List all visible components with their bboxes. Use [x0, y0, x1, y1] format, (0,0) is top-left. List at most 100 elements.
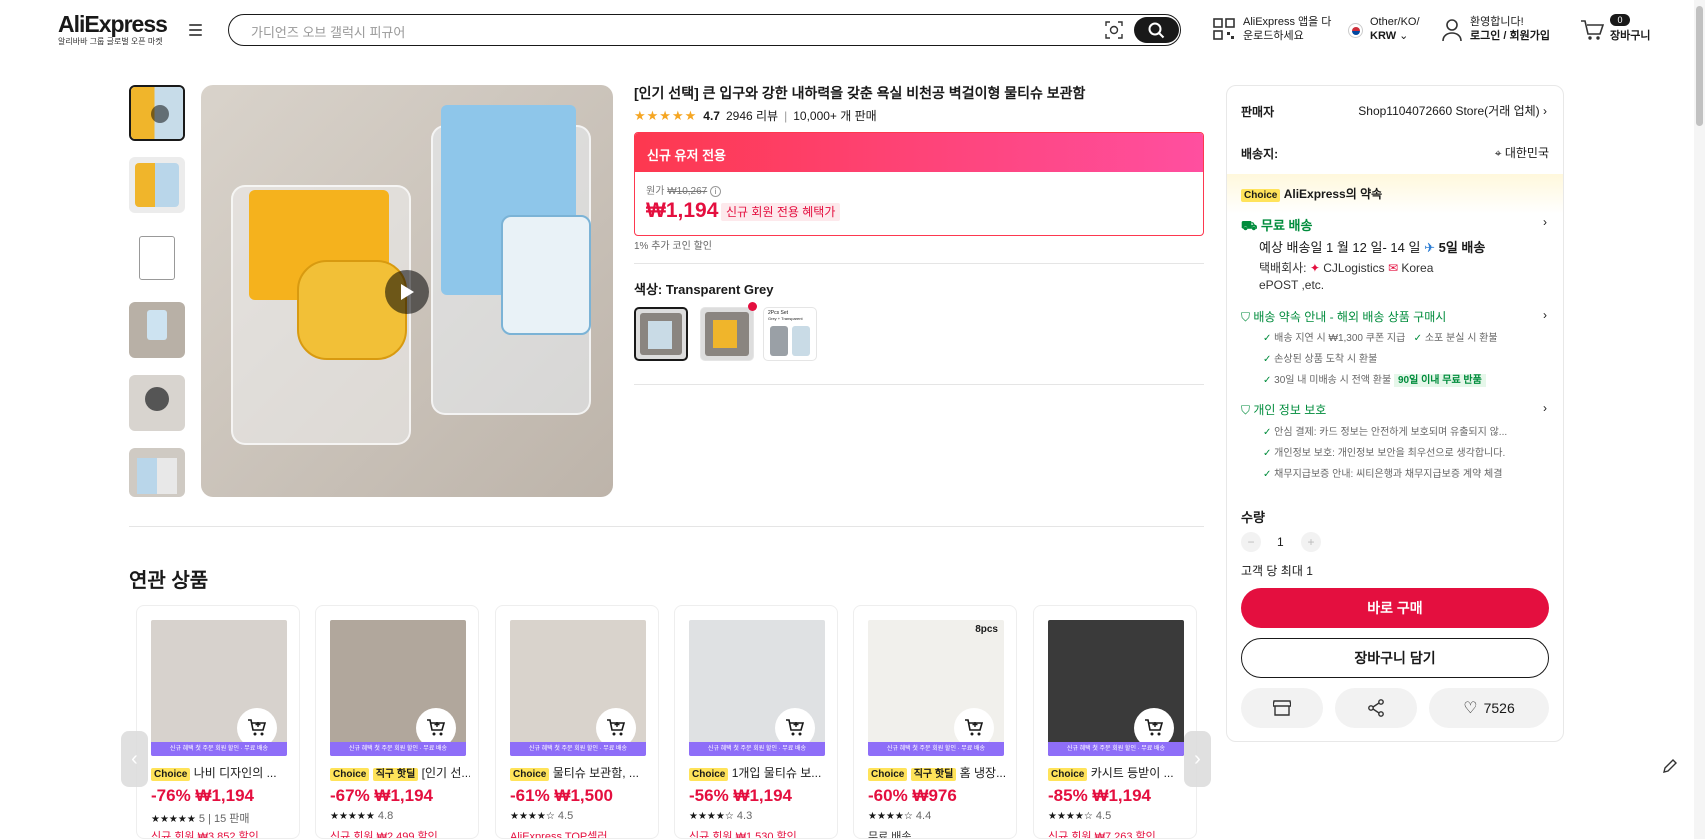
store-button[interactable]: [1241, 688, 1323, 728]
edit-icon[interactable]: [1660, 756, 1680, 776]
sold-count: 10,000+ 개 판매: [793, 109, 877, 123]
star-rating-icon: ★★★★★: [634, 107, 698, 123]
qty-value[interactable]: 1: [1277, 535, 1284, 549]
check-icon: ✓: [1263, 354, 1272, 365]
product-card-promo: 무료 배송: [868, 831, 912, 839]
image-search-icon[interactable]: [1105, 21, 1123, 39]
divider: [129, 526, 1204, 527]
chevron-right-icon[interactable]: ›: [1543, 401, 1547, 415]
thumbnail-3[interactable]: [129, 230, 185, 286]
shield-check-icon: ⛉: [1241, 403, 1251, 417]
price-tag: 신규 회원 전용 혜택가: [721, 203, 841, 221]
promo-strip: 신규 혜택 첫 주문 회원 할인 · 무료 배송: [868, 742, 1004, 756]
product-card-price: -85% ₩1,194: [1048, 786, 1152, 805]
search-input[interactable]: 가디언즈 오브 갤럭시 피규어: [251, 22, 405, 41]
product-card-image[interactable]: 신규 혜택 첫 주문 회원 할인 · 무료 배송: [510, 620, 646, 756]
truck-icon: ⛟: [1241, 218, 1258, 233]
wishlist-button[interactable]: ♡ 7526: [1429, 688, 1549, 728]
product-card-image[interactable]: 신규 혜택 첫 주문 회원 할인 · 무료 배송: [330, 620, 466, 756]
free-shipping-row[interactable]: ⛟ 무료 배송: [1241, 215, 1312, 236]
product-card-rating: ★★★★☆ 4.5: [510, 810, 574, 822]
share-button[interactable]: [1335, 688, 1417, 728]
product-card[interactable]: 신규 혜택 첫 주문 회원 할인 · 무료 배송 Choice 카시트 등받이 .…: [1033, 605, 1197, 839]
divider: [634, 263, 1204, 264]
product-card-promo: 신규 회원 ₩7,263 할인: [1048, 831, 1156, 839]
product-card[interactable]: 신규 혜택 첫 주문 회원 할인 · 무료 배송 Choice 물티슈 보관함, …: [495, 605, 659, 839]
check-icon: ✓: [1263, 469, 1272, 480]
hot-dot-icon: [748, 302, 757, 311]
product-card-price: -76% ₩1,194: [151, 786, 255, 805]
cj-logo-icon: ✦: [1309, 261, 1320, 275]
plane-icon: ✈: [1424, 240, 1435, 255]
product-card-image[interactable]: 신규 혜택 첫 주문 회원 할인 · 무료 배송: [1048, 620, 1184, 756]
product-card-rating: ★★★★★ 5 | 15 판매: [151, 813, 250, 825]
buy-now-button[interactable]: 바로 구매: [1241, 588, 1549, 628]
shield-icon: ⛉: [1241, 310, 1251, 324]
product-card-image[interactable]: 신규 혜택 첫 주문 회원 할인 · 무료 배송: [689, 620, 825, 756]
product-card-title[interactable]: Choice 나비 디자인의 ...: [151, 764, 291, 781]
product-card-promo: 신규 회원 ₩1,530 할인: [689, 831, 797, 839]
product-card-promo: 신규 회원 ₩3,852 할인: [151, 831, 259, 839]
locale-selector[interactable]: Other/KO/KRW ⌄: [1370, 15, 1420, 43]
search-icon: [1148, 22, 1165, 38]
color-label: 색상: Transparent Grey: [634, 282, 774, 297]
location-pin-icon: ⌖: [1494, 146, 1502, 160]
user-icon[interactable]: [1441, 18, 1463, 42]
qr-code-icon[interactable]: [1213, 18, 1235, 40]
privacy-row[interactable]: ⛉ 개인 정보 보호: [1241, 401, 1326, 418]
carousel-next-button[interactable]: ›: [1184, 731, 1211, 787]
rating-row: ★★★★★ 4.7 2946 리뷰 | 10,000+ 개 판매: [634, 107, 877, 124]
product-card[interactable]: 신규 혜택 첫 주문 회원 할인 · 무료 배송 Choice 1개입 물티슈 보…: [674, 605, 838, 839]
sale-price: ₩1,194: [646, 199, 719, 222]
aliexpress-logo[interactable]: AliExpress: [58, 11, 168, 38]
chevron-right-icon: ›: [1194, 747, 1201, 770]
login-link[interactable]: 환영합니다! 로그인 / 회원가입: [1470, 15, 1550, 43]
cart-link[interactable]: 장바구니: [1610, 29, 1650, 43]
swatch-set[interactable]: 2Pcs Set Grey + Transparent: [763, 307, 817, 361]
search-bar[interactable]: 가디언즈 오브 갤럭시 피규어: [228, 14, 1181, 46]
play-button[interactable]: [385, 270, 429, 314]
product-card-promo: 신규 회원 ₩2,499 할인: [330, 831, 438, 839]
chevron-right-icon[interactable]: ›: [1543, 215, 1547, 229]
add-to-cart-button[interactable]: 장바구니 담기: [1241, 638, 1549, 678]
product-card[interactable]: 8pcs 신규 혜택 첫 주문 회원 할인 · 무료 배송 Choice 직구 핫딜…: [853, 605, 1017, 839]
cart-icon[interactable]: [1580, 19, 1605, 41]
product-card-image[interactable]: 신규 혜택 첫 주문 회원 할인 · 무료 배송: [151, 620, 287, 756]
review-count[interactable]: 2946 리뷰: [726, 107, 778, 124]
seller-link[interactable]: Shop1104072660 Store(거래 업체) ›: [1358, 102, 1547, 119]
thumbnail-6[interactable]: [129, 448, 185, 497]
thumbnail-video[interactable]: [129, 85, 185, 141]
thumbnail-4[interactable]: [129, 302, 185, 358]
coin-discount: 1% 추가 코인 할인: [634, 241, 712, 252]
thumbnail-2[interactable]: [129, 157, 185, 213]
product-card-title[interactable]: Choice 직구 핫딜 홈 냉장...: [868, 764, 1008, 781]
product-card-price: -67% ₩1,194: [330, 786, 434, 805]
product-card[interactable]: 신규 혜택 첫 주문 회원 할인 · 무료 배송 Choice 직구 핫딜 [인기…: [315, 605, 479, 839]
check-icon: ✓: [1263, 375, 1272, 386]
scrollbar-thumb[interactable]: [1696, 6, 1703, 126]
thumbnail-5[interactable]: [129, 375, 185, 431]
product-card[interactable]: 신규 혜택 첫 주문 회원 할인 · 무료 배송 Choice 나비 디자인의 .…: [136, 605, 300, 839]
product-card-title[interactable]: Choice 직구 핫딜 [인기 선...: [330, 764, 470, 781]
new-user-banner: 신규 유저 전용: [635, 133, 1203, 172]
ship-to-selector[interactable]: ⌖ 대한민국: [1495, 144, 1549, 161]
product-card-title[interactable]: Choice 물티슈 보관함, ...: [510, 764, 650, 781]
app-download-link[interactable]: AliExpress 앱을 다 운로드하세요: [1243, 15, 1331, 43]
product-card-title[interactable]: Choice 카시트 등받이 ...: [1048, 764, 1188, 781]
product-card-image[interactable]: 8pcs 신규 혜택 첫 주문 회원 할인 · 무료 배송: [868, 620, 1004, 756]
swatch-yellow[interactable]: [700, 307, 754, 361]
info-icon[interactable]: i: [710, 186, 721, 197]
chevron-right-icon[interactable]: ›: [1543, 308, 1547, 322]
qty-increase-button[interactable]: +: [1301, 532, 1321, 552]
delivery-promise-row[interactable]: ⛉ 배송 약속 안내 - 해외 배송 상품 구매시: [1241, 308, 1446, 325]
product-card-rating: ★★★★☆ 4.5: [1048, 810, 1112, 822]
menu-icon[interactable]: [189, 24, 202, 36]
swatch-grey[interactable]: [634, 307, 688, 361]
carousel-prev-button[interactable]: ‹: [121, 731, 148, 787]
product-card-title[interactable]: Choice 1개입 물티슈 보...: [689, 764, 829, 781]
search-button[interactable]: [1134, 17, 1179, 43]
product-card-price: -60% ₩976: [868, 786, 957, 805]
qty-decrease-button[interactable]: −: [1241, 532, 1261, 552]
promo-strip: 신규 혜택 첫 주문 회원 할인 · 무료 배송: [510, 742, 646, 756]
scrollbar[interactable]: [1694, 0, 1705, 839]
